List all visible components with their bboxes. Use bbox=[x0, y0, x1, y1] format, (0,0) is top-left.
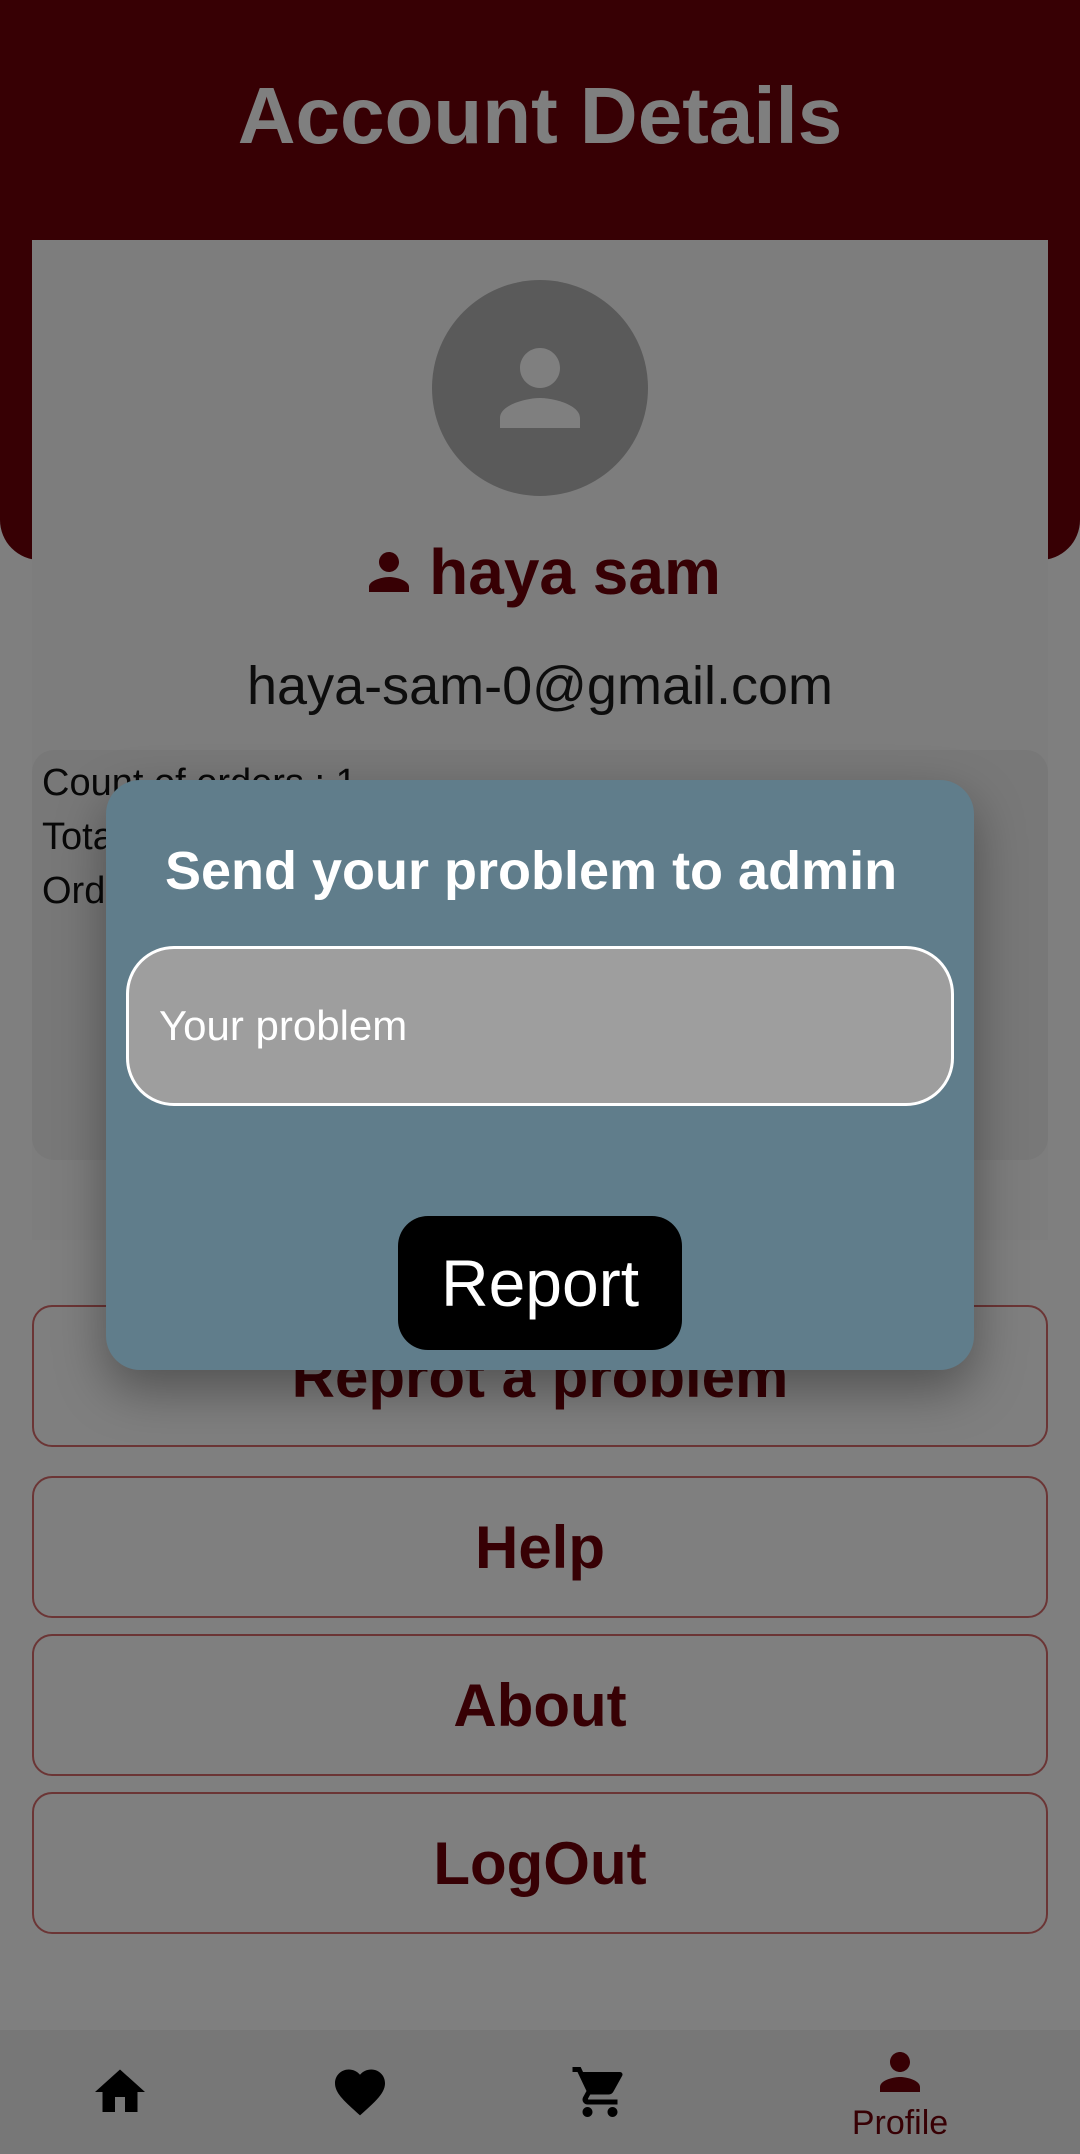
report-problem-dialog: Send your problem to admin Report bbox=[106, 780, 974, 1370]
report-submit-button[interactable]: Report bbox=[398, 1216, 682, 1350]
dialog-title: Send your problem to admin bbox=[165, 841, 898, 901]
problem-input[interactable] bbox=[126, 946, 954, 1106]
app-screen: Account Details haya sam haya-sam-0@gmai… bbox=[0, 0, 1080, 2154]
